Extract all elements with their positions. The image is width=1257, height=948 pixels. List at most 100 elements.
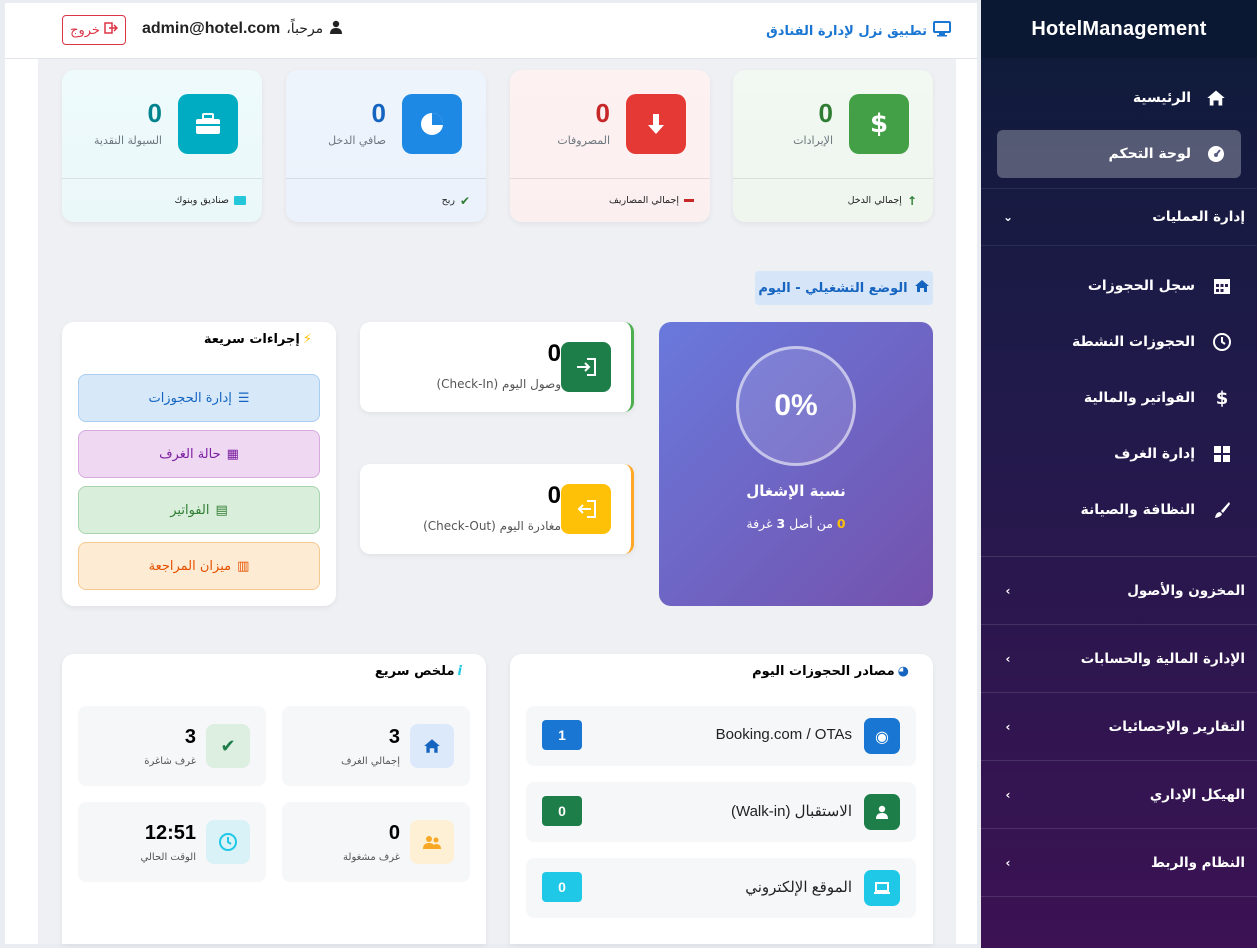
bolt-icon: ⚡ xyxy=(302,332,312,347)
invoice-icon: ▤ xyxy=(215,502,228,518)
revenue-footer-text: إجمالي الدخل xyxy=(847,195,902,206)
sidebar-section-label: الهيكل الإداري xyxy=(1149,786,1245,803)
sidebar-item-invoices[interactable]: $ الفواتير والمالية xyxy=(981,370,1257,426)
user-icon xyxy=(864,794,900,830)
quick-actions-title: إجراءات سريعة xyxy=(203,332,300,347)
list-icon: ☰ xyxy=(237,390,250,406)
sidebar-section-operations[interactable]: إدارة العمليات ⌄ xyxy=(981,188,1257,246)
departures-value: 0 xyxy=(547,482,561,509)
app-title[interactable]: تطبيق نزل لإدارة الفنادق xyxy=(766,21,951,41)
sidebar-item-label: الرئيسية xyxy=(1132,90,1191,106)
vacant-rooms-value: 3 xyxy=(184,726,196,748)
occupancy-percent: 0% xyxy=(736,346,856,466)
quick-actions-panel: ⚡ إجراءات سريعة ☰ إدارة الحجوزات ▦ حالة … xyxy=(62,322,336,606)
trial-balance-label: ميزان المراجعة xyxy=(148,558,232,574)
clock-icon xyxy=(206,820,250,864)
user-email: admin@hotel.com xyxy=(142,20,281,37)
app-title-text: تطبيق نزل لإدارة الفنادق xyxy=(766,23,927,39)
operational-status-label: الوضع التشغيلي - اليوم xyxy=(758,280,908,296)
invoices-button[interactable]: ▤ الفواتير xyxy=(78,486,320,534)
welcome-text: مرحباً، admin@hotel.com xyxy=(142,20,343,38)
home-icon xyxy=(1205,87,1227,109)
user-icon xyxy=(329,20,343,38)
room-status-label: حالة الغرف xyxy=(159,446,221,462)
room-status-button[interactable]: ▦ حالة الغرف xyxy=(78,430,320,478)
dollar-icon: $ xyxy=(1215,387,1229,409)
occupancy-subtitle: 0 من أصل 3 غرفة xyxy=(659,516,933,531)
sign-out-icon xyxy=(561,484,611,534)
brush-icon xyxy=(1211,499,1233,521)
sidebar-item-active-bookings[interactable]: الحجوزات النشطة xyxy=(981,314,1257,370)
booking-sources-header: ◕ مصادر الحجوزات اليوم xyxy=(752,664,909,679)
source-name: الاستقبال (Walk-in) xyxy=(730,803,852,820)
chevron-right-icon: › xyxy=(1005,787,1011,802)
total-rooms-label: إجمالي الغرف xyxy=(341,756,400,767)
operational-status-chip: الوضع التشغيلي - اليوم xyxy=(755,271,933,305)
arrow-down-icon xyxy=(626,94,686,154)
arrivals-value: 0 xyxy=(547,340,561,367)
occupancy-unit: غرفة xyxy=(746,516,773,531)
sidebar-item-housekeeping[interactable]: النظافة والصيانة xyxy=(981,482,1257,538)
total-rooms: 3 xyxy=(776,516,786,531)
manage-bookings-button[interactable]: ☰ إدارة الحجوزات xyxy=(78,374,320,422)
quick-summary-panel: i ملخص سريع 3 إجمالي الغرف ✔ 3 غرف شاغرة… xyxy=(62,654,486,944)
sidebar-item-rooms[interactable]: إدارة الغرف xyxy=(981,426,1257,482)
vacant-rooms-tile: ✔ 3 غرف شاغرة xyxy=(78,706,266,786)
expenses-footer: إجمالي المصاريف xyxy=(510,178,710,222)
content-gutter-left xyxy=(5,59,38,944)
source-name: Booking.com / OTAs xyxy=(715,726,852,743)
sidebar-section-system[interactable]: النظام والربط › xyxy=(981,829,1257,897)
content-gutter-right xyxy=(956,59,977,944)
sidebar-item-dashboard[interactable]: لوحة التحكم xyxy=(997,130,1241,178)
trial-balance-button[interactable]: ▥ ميزان المراجعة xyxy=(78,542,320,590)
sidebar: HotelManagement الرئيسية لوحة التحكم إدا… xyxy=(981,0,1257,948)
home-icon xyxy=(410,724,454,768)
total-rooms-tile: 3 إجمالي الغرف xyxy=(282,706,470,786)
pie-chart-icon xyxy=(402,94,462,154)
cash-label: السيولة النقدية xyxy=(94,134,162,147)
cash-footer-text: صناديق وبنوك xyxy=(174,195,229,206)
sidebar-item-label: سجل الحجوزات xyxy=(1087,278,1195,294)
logout-label: خروج xyxy=(70,22,100,38)
quick-actions-header: ⚡ إجراءات سريعة xyxy=(204,332,312,347)
sidebar-section-finance[interactable]: الإدارة المالية والحسابات › xyxy=(981,625,1257,693)
sidebar-item-label: الفواتير والمالية xyxy=(1083,390,1195,406)
source-count-badge: 1 xyxy=(542,720,582,750)
net-income-card: 0 صافي الدخل ✔ ربح xyxy=(286,70,486,222)
dollar-icon: $ xyxy=(849,94,909,154)
chevron-right-icon: › xyxy=(1005,651,1011,666)
cash-card: 0 السيولة النقدية صناديق وبنوك xyxy=(62,70,262,222)
revenue-footer: ↑ إجمالي الدخل xyxy=(733,178,933,222)
source-row-walkin: الاستقبال (Walk-in) 0 xyxy=(526,782,916,842)
cash-value: 0 xyxy=(147,98,162,128)
home-icon xyxy=(914,279,930,297)
revenue-card: $ 0 الإيرادات ↑ إجمالي الدخل xyxy=(733,70,933,222)
logout-button[interactable]: خروج xyxy=(62,15,126,45)
current-time-value: 12:51 xyxy=(144,822,196,844)
brand-logo[interactable]: HotelManagement xyxy=(981,0,1257,58)
pie-chart-icon: ◕ xyxy=(897,664,909,679)
occupied-rooms-tile: 0 غرف مشغولة xyxy=(282,802,470,882)
globe-icon: ◉ xyxy=(864,718,900,754)
chevron-right-icon: › xyxy=(1005,583,1011,598)
occupied-count: 0 xyxy=(836,516,846,531)
sidebar-item-bookings-log[interactable]: سجل الحجوزات xyxy=(981,258,1257,314)
sidebar-section-admin-structure[interactable]: الهيكل الإداري › xyxy=(981,761,1257,829)
topbar: تطبيق نزل لإدارة الفنادق مرحباً، admin@h… xyxy=(5,3,977,59)
sidebar-section-inventory[interactable]: المخزون والأصول › xyxy=(981,557,1257,625)
sign-in-icon xyxy=(561,342,611,392)
arrivals-card: 0 وصول اليوم (Check-In) xyxy=(360,322,634,412)
grid-icon: ▦ xyxy=(226,446,239,462)
info-icon: i xyxy=(457,664,462,679)
departures-card: 0 مغادرة اليوم (Check-Out) xyxy=(360,464,634,554)
sidebar-item-home[interactable]: الرئيسية xyxy=(997,74,1241,122)
dashboard-icon xyxy=(1205,143,1227,165)
briefcase-icon xyxy=(178,94,238,154)
vacant-rooms-label: غرف شاغرة xyxy=(144,756,196,767)
occupancy-card: 0% نسبة الإشغال 0 من أصل 3 غرفة xyxy=(659,322,933,606)
revenue-label: الإيرادات xyxy=(793,134,833,147)
occupancy-of-text: من أصل xyxy=(789,516,833,531)
sidebar-section-label: التقارير والإحصائيات xyxy=(1108,718,1245,735)
sidebar-section-reports[interactable]: التقارير والإحصائيات › xyxy=(981,693,1257,761)
cash-footer: صناديق وبنوك xyxy=(62,178,262,222)
